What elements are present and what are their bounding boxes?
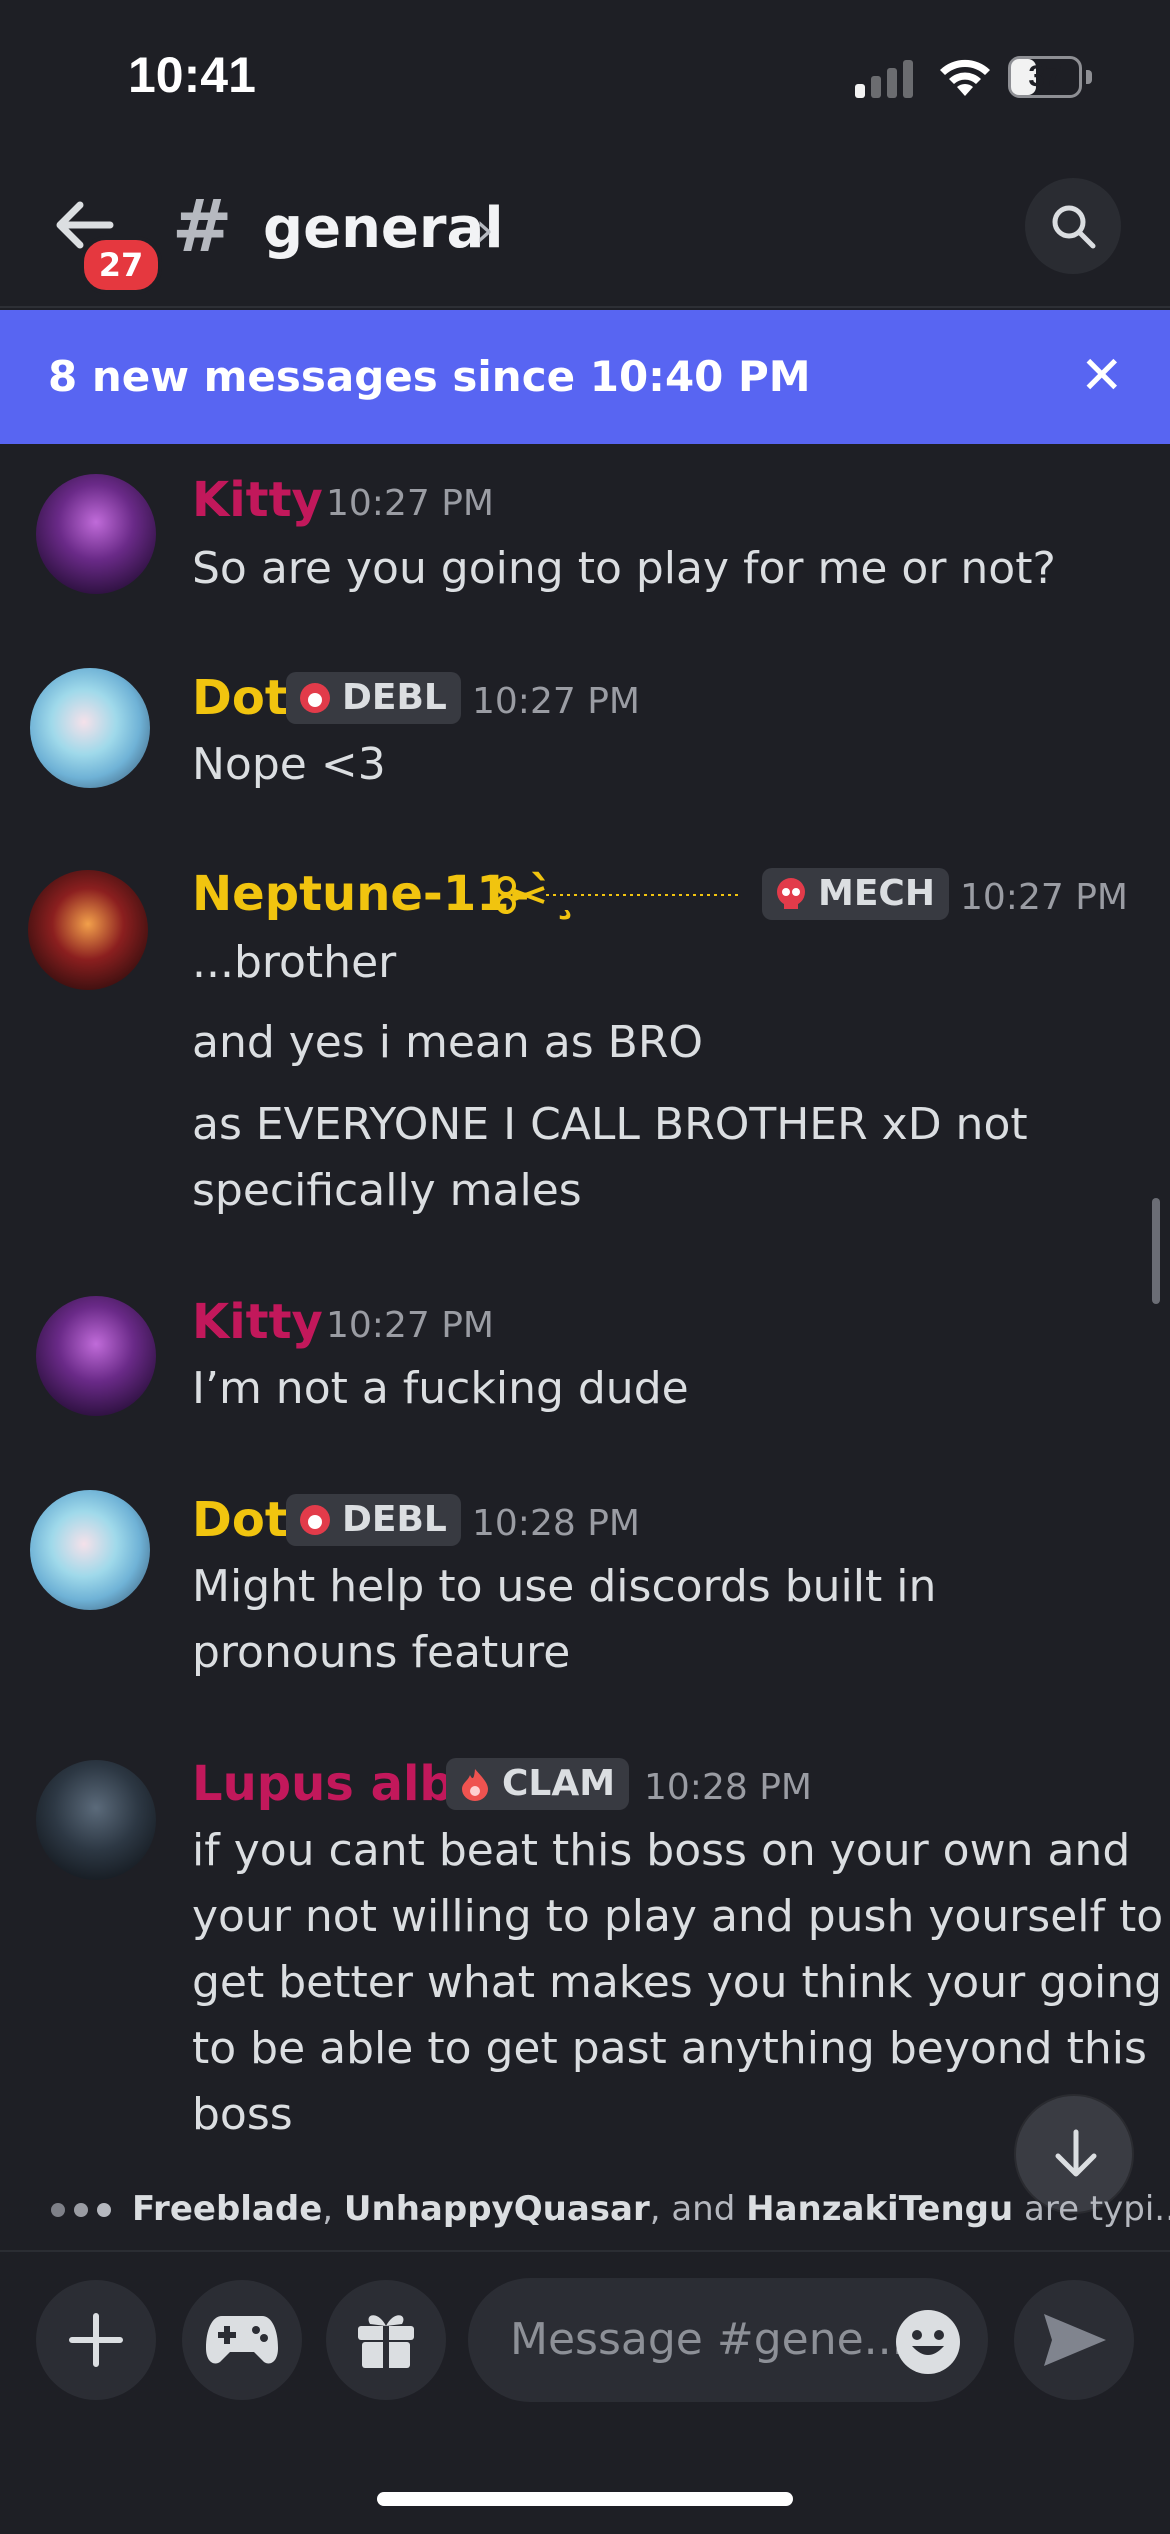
message-author[interactable]: Kitty bbox=[192, 1292, 323, 1352]
scissors-decoration-icon bbox=[496, 876, 742, 914]
avatar-neptune[interactable] bbox=[28, 870, 148, 990]
send-icon bbox=[1044, 2314, 1106, 2366]
message-text: Might help to use discords built in bbox=[192, 1561, 937, 1612]
message-text: I’m not a fucking dude bbox=[192, 1363, 689, 1414]
wifi-icon bbox=[940, 59, 990, 96]
plus-icon bbox=[69, 2313, 123, 2367]
message-text: to be able to get past anything beyond t… bbox=[192, 2023, 1147, 2074]
channel-hash-icon: # bbox=[172, 184, 233, 268]
message-author[interactable]: Lupus alba bbox=[192, 1754, 486, 1814]
gift-button[interactable] bbox=[326, 2280, 446, 2400]
search-button[interactable] bbox=[1025, 178, 1121, 274]
chevron-right-icon[interactable]: › bbox=[475, 200, 494, 260]
message-text: specifically males bbox=[192, 1165, 582, 1216]
status-time: 10:41 bbox=[128, 47, 256, 103]
typing-dots-icon bbox=[51, 2203, 111, 2217]
message-timestamp: 10:27 PM bbox=[472, 681, 640, 722]
close-icon[interactable]: ✕ bbox=[1080, 348, 1124, 404]
unread-badge: 27 bbox=[80, 236, 162, 294]
activities-button[interactable] bbox=[182, 2280, 302, 2400]
avatar-dot[interactable] bbox=[30, 668, 150, 788]
battery-percent: 37 bbox=[1028, 60, 1062, 93]
typing-indicator: Freeblade, UnhappyQuasar, and HanzakiTen… bbox=[132, 2189, 1170, 2229]
tag-shield-icon bbox=[300, 683, 330, 713]
avatar-lupus-alba[interactable] bbox=[36, 1760, 156, 1880]
server-tag-clam: CLAM bbox=[446, 1758, 630, 1810]
message-timestamp: 10:27 PM bbox=[960, 877, 1128, 918]
server-tag-debl: DEBL bbox=[286, 1494, 461, 1546]
server-tag-debl: DEBL bbox=[286, 672, 461, 724]
message-text: get better what makes you think your goi… bbox=[192, 1957, 1163, 2008]
scrollbar[interactable] bbox=[1152, 1198, 1160, 1304]
message-timestamp: 10:28 PM bbox=[644, 1767, 812, 1808]
battery-indicator: 37 bbox=[1008, 56, 1092, 98]
message-text: and yes i mean as BRO bbox=[192, 1017, 704, 1068]
arrow-down-icon bbox=[1055, 2129, 1097, 2177]
message-timestamp: 10:28 PM bbox=[472, 1503, 640, 1544]
new-messages-text: 8 new messages since 10:40 PM bbox=[48, 352, 811, 401]
message-author[interactable]: Kitty bbox=[192, 470, 323, 530]
cellular-signal-icon bbox=[855, 60, 913, 98]
avatar-dot[interactable] bbox=[30, 1490, 150, 1610]
message-placeholder: Message #gene... bbox=[510, 2314, 906, 2365]
emoji-icon[interactable] bbox=[894, 2308, 962, 2376]
gift-icon bbox=[358, 2315, 414, 2368]
tag-flame-icon bbox=[462, 1769, 488, 1801]
message-text: boss bbox=[192, 2089, 293, 2140]
tag-shield-icon bbox=[300, 1505, 330, 1535]
message-author[interactable]: Dot bbox=[192, 668, 288, 728]
message-author[interactable]: Dot bbox=[192, 1490, 288, 1550]
message-text: Nope <3 bbox=[192, 739, 386, 790]
server-tag-mech: MECH bbox=[762, 868, 949, 920]
gamepad-icon bbox=[206, 2316, 278, 2364]
channel-name[interactable]: general bbox=[263, 194, 504, 264]
message-text: pronouns feature bbox=[192, 1627, 571, 1678]
message-text: if you cant beat this boss on your own a… bbox=[192, 1825, 1131, 1876]
message-timestamp: 10:27 PM bbox=[326, 483, 494, 524]
message-text: your not willing to play and push yourse… bbox=[192, 1891, 1164, 1942]
avatar-kitty[interactable] bbox=[36, 1296, 156, 1416]
tag-skull-icon bbox=[777, 878, 805, 909]
send-button[interactable] bbox=[1014, 2280, 1134, 2400]
message-timestamp: 10:27 PM bbox=[326, 1305, 494, 1346]
add-attachment-button[interactable] bbox=[36, 2280, 156, 2400]
home-indicator bbox=[377, 2492, 793, 2506]
message-text: So are you going to play for me or not? bbox=[192, 543, 1056, 594]
message-text: ...brother bbox=[192, 937, 397, 988]
avatar-kitty[interactable] bbox=[36, 474, 156, 594]
search-icon bbox=[1052, 205, 1096, 249]
message-text: as EVERYONE I CALL BROTHER xD not bbox=[192, 1099, 1028, 1150]
